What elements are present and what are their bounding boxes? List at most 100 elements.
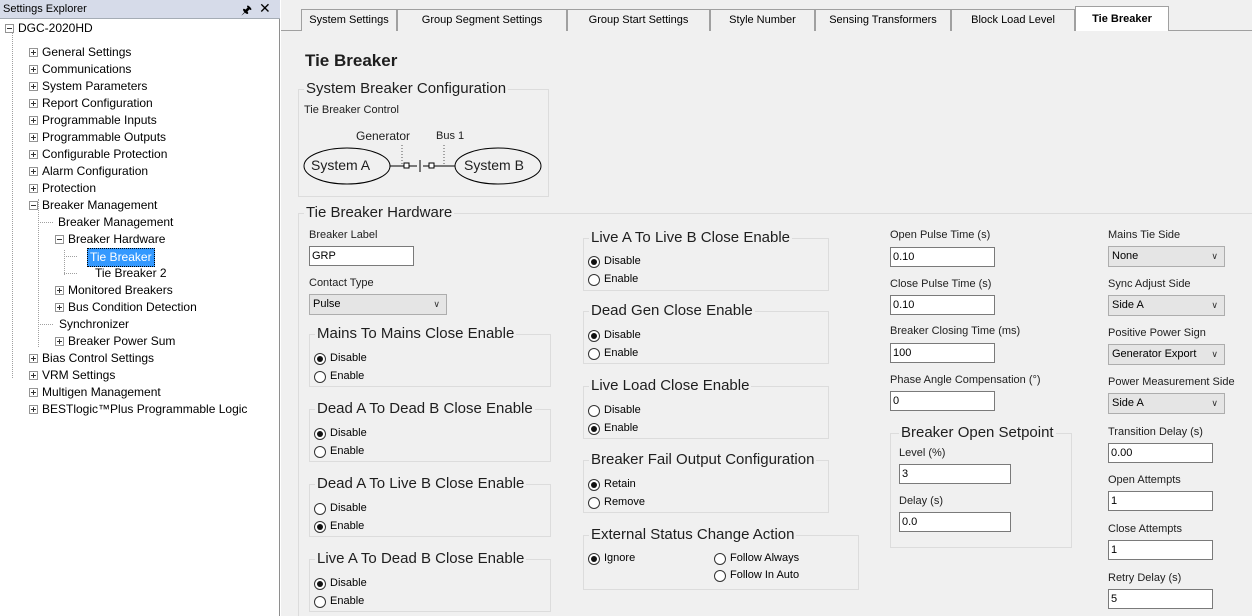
tab-sensing-transformers[interactable]: Sensing Transformers	[815, 9, 951, 31]
expand-icon[interactable]	[29, 371, 38, 380]
explorer-title: Settings Explorer	[3, 3, 87, 15]
system-a-label: System A	[311, 157, 371, 173]
expand-icon[interactable]	[29, 405, 38, 414]
open-attempts-label: Open Attempts	[1108, 474, 1181, 486]
system-breaker-config-group: System Breaker Configuration Tie Breaker…	[298, 80, 549, 197]
tab-group-start-settings[interactable]: Group Start Settings	[567, 9, 710, 31]
radio-icon	[314, 371, 326, 383]
radio-label: Remove	[604, 496, 645, 508]
transition-delay-input[interactable]: 0.00	[1108, 443, 1213, 463]
radio-selected-icon	[588, 330, 600, 342]
open-pulse-time-label: Open Pulse Time (s)	[890, 229, 991, 241]
power-measurement-side-select[interactable]: Side A ∨	[1108, 393, 1225, 414]
radio-icon	[588, 348, 600, 360]
expand-icon[interactable]	[29, 167, 38, 176]
level-label: Level (%)	[899, 447, 946, 459]
tab-system-settings[interactable]: System Settings	[301, 9, 397, 31]
close-pulse-time-input[interactable]: 0.10	[890, 295, 995, 315]
tab-style-number[interactable]: Style Number	[710, 9, 815, 31]
dead-a-dead-b-close-enable-group: Dead A To Dead B Close Enable Disable En…	[309, 400, 551, 462]
radio-selected-icon	[314, 521, 326, 533]
open-attempts-input[interactable]: 1	[1108, 491, 1213, 511]
expand-icon[interactable]	[29, 133, 38, 142]
expand-icon[interactable]	[29, 116, 38, 125]
radio-selected-icon	[588, 553, 600, 565]
delay-label: Delay (s)	[899, 495, 944, 507]
breaker-right-contact	[428, 162, 435, 169]
tab-tie-breaker[interactable]: Tie Breaker	[1075, 6, 1169, 32]
main-pane: System Settings Group Segment Settings G…	[281, 0, 1252, 616]
radio-label: Ignore	[604, 552, 636, 564]
collapse-icon[interactable]	[55, 235, 64, 244]
tree-guide-line	[12, 29, 13, 378]
positive-power-sign-select[interactable]: Generator Export ∨	[1108, 344, 1225, 365]
expand-icon[interactable]	[29, 388, 38, 397]
retry-delay-input[interactable]: 5	[1108, 589, 1213, 609]
tab-strip: System Settings Group Segment Settings G…	[281, 0, 1252, 32]
system-b-label: System B	[464, 157, 524, 173]
sync-adjust-side-select[interactable]: Side A ∨	[1108, 295, 1225, 316]
close-attempts-input[interactable]: 1	[1108, 540, 1213, 560]
radio-label: Disable	[604, 404, 641, 416]
close-attempts-label: Close Attempts	[1108, 523, 1182, 535]
breaker-closing-time-input[interactable]: 100	[890, 343, 995, 363]
positive-power-sign-label: Positive Power Sign	[1108, 327, 1206, 339]
radio-label: Disable	[330, 427, 367, 439]
radio-label: Disable	[604, 255, 641, 267]
expand-icon[interactable]	[29, 184, 38, 193]
phase-angle-compensation-input[interactable]: 0	[890, 391, 995, 411]
positive-power-sign-value: Generator Export	[1112, 348, 1197, 360]
radio-label: Disable	[330, 352, 367, 364]
radio-label: Enable	[604, 347, 639, 359]
group-title: System Breaker Configuration	[304, 80, 509, 97]
expand-icon[interactable]	[55, 286, 64, 295]
expand-icon[interactable]	[29, 99, 38, 108]
tree-node-label: BESTlogic™Plus Programmable Logic	[42, 402, 248, 416]
tab-block-load-level[interactable]: Block Load Level	[951, 9, 1075, 31]
contact-type-caption: Contact Type	[309, 277, 374, 289]
contact-type-select[interactable]: Pulse ∨	[309, 294, 447, 315]
tree-node-label: Breaker Power Sum	[68, 334, 176, 348]
group-title: Live A To Live B Close Enable	[589, 229, 793, 246]
collapse-icon[interactable]	[29, 201, 38, 210]
pin-icon[interactable]: 🖈	[241, 1, 252, 22]
expand-icon[interactable]	[55, 303, 64, 312]
breaker-fail-output-config-group: Breaker Fail Output Configuration Retain…	[583, 451, 829, 513]
close-icon[interactable]: ✕	[259, 0, 271, 17]
expand-icon[interactable]	[29, 82, 38, 91]
group-title: Live Load Close Enable	[589, 377, 752, 394]
tab-group-segment-settings[interactable]: Group Segment Settings	[397, 9, 567, 31]
radio-label: Retain	[604, 478, 636, 490]
level-input[interactable]: 3	[899, 464, 1011, 484]
dead-a-live-b-close-enable-group: Dead A To Live B Close Enable Disable En…	[309, 475, 551, 537]
radio-label: Enable	[330, 520, 365, 532]
group-title: External Status Change Action	[589, 526, 797, 543]
live-load-close-enable-group: Live Load Close Enable Disable Enable	[583, 377, 829, 439]
radio-label: Disable	[330, 502, 367, 514]
expand-icon[interactable]	[55, 337, 64, 346]
group-title: Breaker Fail Output Configuration	[589, 451, 817, 468]
contact-type-value: Pulse	[313, 298, 341, 310]
mains-tie-side-select[interactable]: None ∨	[1108, 246, 1225, 267]
expand-icon[interactable]	[29, 150, 38, 159]
expand-icon[interactable]	[29, 354, 38, 363]
radio-label: Follow In Auto	[730, 569, 800, 581]
tree-node-label: VRM Settings	[42, 368, 116, 382]
group-title: Dead A To Live B Close Enable	[315, 475, 527, 492]
radio-label: Enable	[330, 370, 365, 382]
expand-icon[interactable]	[29, 48, 38, 57]
tree-guide-line	[64, 256, 77, 257]
tree-node-label: DGC-2020HD	[18, 21, 93, 35]
breaker-closing-time-label: Breaker Closing Time (ms)	[890, 325, 1021, 337]
radio-selected-icon	[314, 428, 326, 440]
open-pulse-time-input[interactable]: 0.10	[890, 247, 995, 267]
tree-node-label: General Settings	[42, 45, 132, 59]
collapse-icon[interactable]	[5, 24, 14, 33]
breaker-label-input[interactable]: GRP	[309, 246, 414, 266]
expand-icon[interactable]	[29, 65, 38, 74]
tree-node-label: Programmable Outputs	[42, 130, 167, 144]
tree-node-label: Synchronizer	[59, 317, 130, 331]
group-title: Dead A To Dead B Close Enable	[315, 400, 535, 417]
delay-input[interactable]: 0.0	[899, 512, 1011, 532]
tree-node-label: Breaker Hardware	[68, 232, 166, 246]
